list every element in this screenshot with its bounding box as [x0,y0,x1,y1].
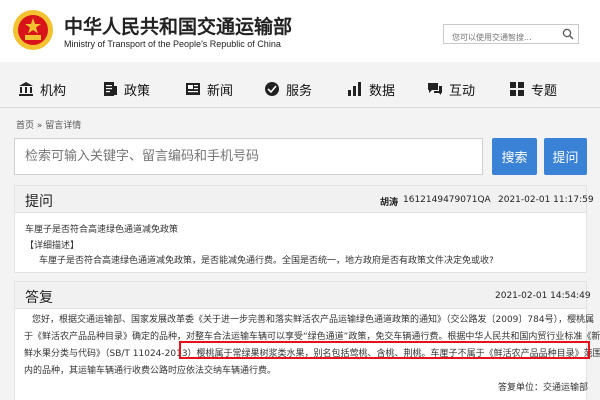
nav-label: 专题 [531,83,558,99]
policy-icon [104,82,117,96]
interaction-icon [428,83,442,95]
question-detail-label: 【详细描述】 [25,241,80,251]
nav-item-institution[interactable]: 机构 [18,73,66,105]
nav-label: 数据 [369,83,396,99]
nav-item-topic[interactable]: 专题 [509,73,557,105]
national-emblem-icon[interactable] [12,8,54,52]
ask-button[interactable]: 提问 [544,138,587,175]
answer-footer: 答复单位：交通运输部 [497,383,588,393]
header-search-box[interactable] [443,24,579,47]
answer-line: 您好，根据交通运输部、国家发展改革委《关于进一步完善和落实鲜活农产品运输绿色通道… [32,315,595,325]
nav-label: 互动 [449,83,476,99]
site-title[interactable]: 中华人民共和国交通运输部 [64,12,292,39]
nav-item-interaction[interactable]: 互动 [427,73,475,105]
topic-icon [510,82,524,96]
main-nav: 机构 政策 新闻 服务 数据 互动 专题 [0,73,600,105]
question-date: 2021-02-01 11:17:59 [498,195,594,205]
breadcrumb-separator: » [36,121,43,131]
nav-item-service[interactable]: 服务 [264,73,312,105]
search-icon[interactable] [562,28,574,40]
data-icon [348,82,361,96]
breadcrumb-current: 留言详情 [45,121,82,131]
service-icon [265,82,279,96]
question-code: 1612149479071QA [403,195,491,205]
question-panel: 提问 胡涛 1612149479071QA 2021-02-01 11:17:5… [14,185,594,273]
site-subtitle: Ministry of Transport of the People's Re… [64,39,281,49]
nav-divider [0,107,600,108]
breadcrumb: 首页 » 留言详情 [16,118,81,131]
question-title: 车厘子是否符合高速绿色通道减免政策 [25,225,179,235]
nav-label: 新闻 [207,83,234,99]
question-content: 车厘子是否符合高速绿色通道减免政策，是否能减免通行费。全国是否统一，地方政府是否… [39,256,494,266]
nav-label: 政策 [124,83,151,99]
answer-heading: 答复 [25,290,53,306]
nav-item-news[interactable]: 新闻 [185,73,233,105]
question-panel-header: 提问 胡涛 1612149479071QA 2021-02-01 11:17:5… [15,186,594,213]
message-search-input[interactable] [15,139,482,174]
question-user: 胡涛 [380,198,399,208]
highlight-annotation-box [179,341,590,359]
message-search-box[interactable] [14,138,483,175]
news-icon [186,83,200,95]
breadcrumb-home-link[interactable]: 首页 [16,121,34,131]
question-heading: 提问 [25,194,53,210]
answer-date: 2021-02-01 14:54:49 [495,291,591,301]
nav-label: 服务 [286,83,313,99]
answer-line: 内的品种，其运输车辆通行收费公路时应依法交纳车辆通行费。 [24,366,277,376]
header-search-input[interactable] [444,28,554,47]
institution-icon [19,82,33,96]
site-header: 中华人民共和国交通运输部 Ministry of Transport of th… [0,0,600,62]
nav-item-data[interactable]: 数据 [347,73,395,105]
answer-panel-header: 答复 2021-02-01 14:54:49 [15,282,591,309]
nav-item-policy[interactable]: 政策 [102,73,150,105]
nav-label: 机构 [40,83,67,99]
search-button[interactable]: 搜索 [492,138,537,175]
